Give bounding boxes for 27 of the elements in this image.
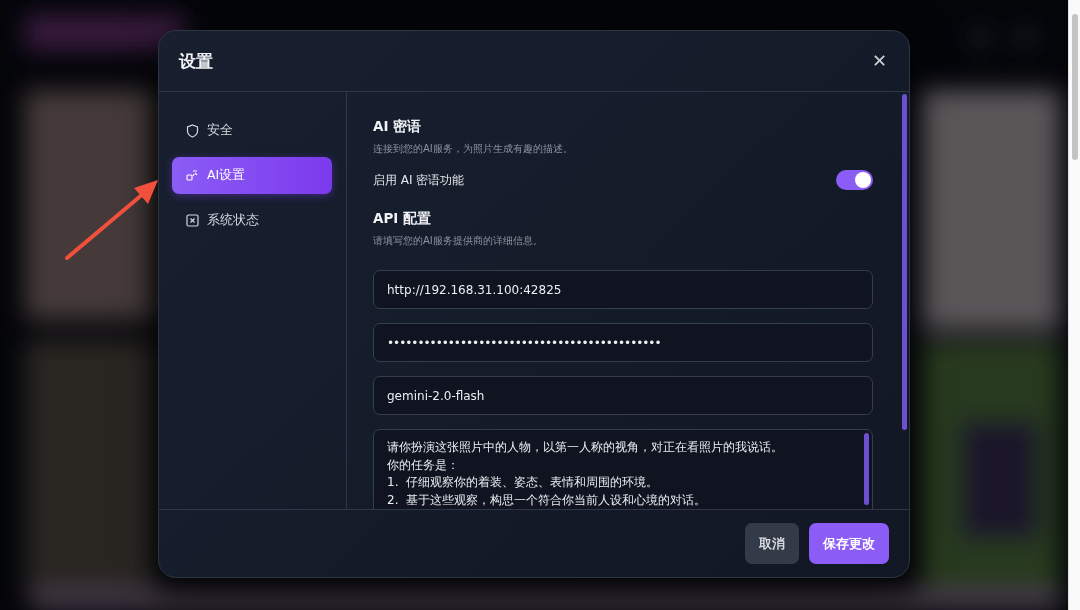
close-button[interactable]: ✕ (872, 52, 887, 70)
prompt-line: 1. 仔细观察你的着装、姿态、表情和周围的环境。 (387, 474, 660, 491)
prompt-line: 2. 基于这些观察，构思一个符合你当前人设和心境的对话。 (387, 491, 708, 509)
section-title: AI 密语 (373, 118, 423, 136)
sidebar-item[interactable]: AI设置 (172, 157, 332, 194)
dialog-title: 设置 (179, 49, 213, 73)
scrollbar-thumb[interactable] (1071, 14, 1078, 160)
section-description: 请填写您的AI服务提供商的详细信息。 (373, 234, 544, 248)
cancel-button[interactable]: 取消 (745, 523, 799, 564)
input-field[interactable]: http://192.168.31.100:42825 (373, 270, 873, 309)
password-field[interactable]: ••••••••••••••••••••••••••••••••••••••••••••• (373, 323, 873, 362)
section-title: API 配置 (373, 210, 433, 228)
sidebar-label: AI设置 (207, 167, 246, 184)
sidebar-label: 系统状态 (207, 212, 259, 229)
sidebar-item[interactable]: 安全 (172, 112, 332, 149)
input-field[interactable]: gemini-2.0-flash (373, 376, 873, 415)
close-square-icon (186, 214, 199, 227)
toggle-switch[interactable] (836, 170, 873, 190)
toggle-label: 启用 AI 密语功能 (373, 171, 465, 189)
section-description: 连接到您的AI服务，为照片生成有趣的描述。 (373, 142, 574, 156)
prompt-line: 你的任务是： (387, 456, 460, 474)
prompt-field[interactable]: 请你扮演这张照片中的人物，以第一人称的视角，对正在看照片的我说话。 你的任务是： 1. 仔细观察你的着装、姿态、表情和周围的环境。 2. 基于这些观察，构思一个符合你当前人设和心境的对话。 (373, 429, 873, 509)
sidebar-item[interactable]: 系统状态 (172, 202, 332, 239)
sidebar-label: 安全 (207, 122, 233, 139)
prompt-line: 请你扮演这张照片中的人物，以第一人称的视角，对正在看照片的我说话。 (387, 439, 784, 456)
shield-icon (186, 123, 199, 138)
save-button[interactable]: 保存更改 (809, 523, 889, 564)
